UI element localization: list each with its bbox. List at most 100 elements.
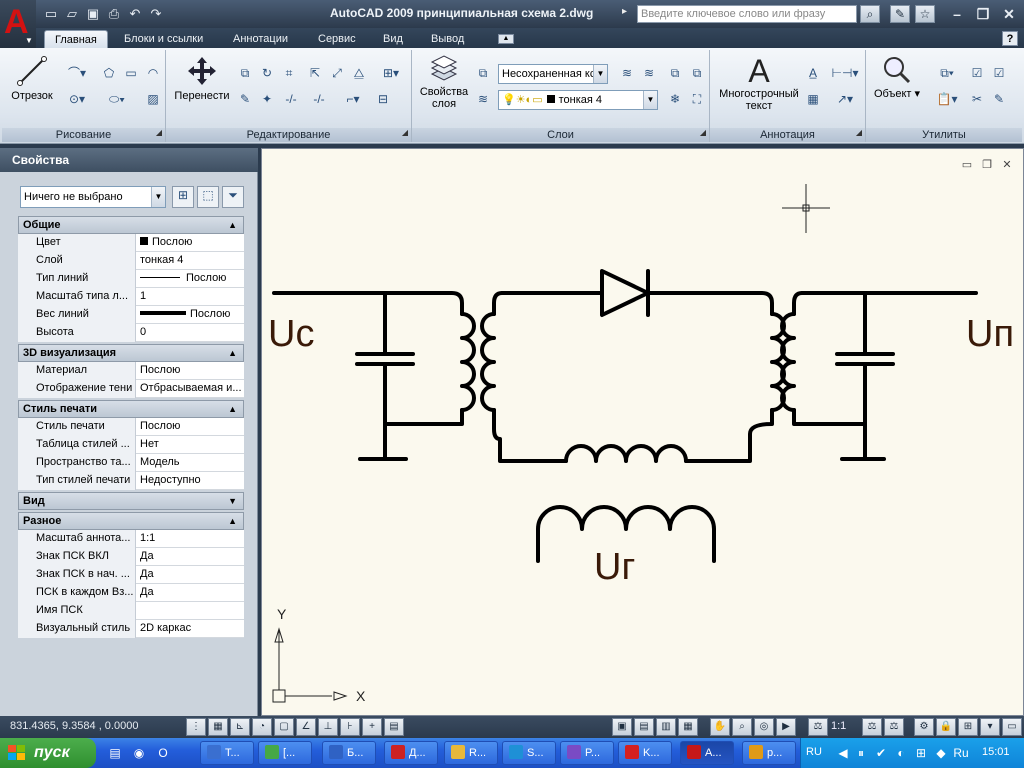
quicklaunch-browser-icon[interactable]: ◉ bbox=[130, 744, 148, 762]
fillet-icon[interactable]: ⌐▾ bbox=[336, 90, 370, 108]
selection-dropdown[interactable]: Ничего не выбрано ▼ bbox=[20, 186, 166, 208]
dynamic-input-icon[interactable]: ⊦ bbox=[340, 718, 360, 736]
tray-shield-icon[interactable]: ✔ bbox=[872, 744, 890, 762]
edit-icon[interactable]: ⊟ bbox=[374, 90, 392, 108]
tab-home[interactable]: Главная bbox=[44, 30, 108, 48]
property-row[interactable]: Таблица стилей ... Нет bbox=[18, 436, 244, 454]
line-tool-button[interactable]: Отрезок bbox=[8, 54, 56, 102]
layer-match-icon[interactable]: ≋ bbox=[474, 90, 492, 108]
rotate-icon[interactable]: ↻ bbox=[258, 64, 276, 82]
annotation-scale-value[interactable]: 1:1 bbox=[831, 720, 846, 732]
panel-launcher-icon[interactable]: ◢ bbox=[700, 126, 706, 140]
rectangle-icon[interactable]: ▭ bbox=[122, 64, 140, 82]
layer-properties-button[interactable]: Свойства слоя bbox=[416, 54, 472, 110]
select-objects-icon[interactable]: ⬚ bbox=[197, 186, 219, 208]
trim-icon[interactable]: ⌗ bbox=[280, 64, 298, 82]
minimize-ribbon-icon[interactable]: ▲ bbox=[498, 34, 514, 44]
start-button[interactable]: пуск bbox=[0, 738, 96, 768]
taskbar-button[interactable]: S... bbox=[502, 741, 556, 765]
expand-icon[interactable]: ▼ bbox=[228, 493, 237, 509]
tray-volume-icon[interactable]: ◆ bbox=[932, 744, 950, 762]
grid-display-icon[interactable]: ▦ bbox=[208, 718, 228, 736]
property-row[interactable]: Высота 0 bbox=[18, 324, 244, 342]
property-value[interactable]: Да bbox=[138, 584, 242, 602]
tab-output[interactable]: Вывод bbox=[421, 30, 474, 48]
property-value[interactable]: тонкая 4 bbox=[138, 252, 242, 270]
quick-view-layouts-icon[interactable]: ▥ bbox=[656, 718, 676, 736]
search-expand-icon[interactable]: ▸ bbox=[622, 6, 627, 17]
select-similar-icon[interactable]: ☑ bbox=[990, 64, 1008, 82]
break-icon[interactable]: -/- bbox=[280, 90, 302, 108]
panel-launcher-icon[interactable]: ◢ bbox=[402, 126, 408, 140]
copy-clip-icon[interactable]: ⧉▾ bbox=[930, 64, 964, 82]
collapse-icon[interactable]: ▲ bbox=[228, 513, 237, 529]
property-category[interactable]: Стиль печати ▲ bbox=[18, 400, 244, 418]
layer-lock-icon[interactable]: ⛶ bbox=[688, 90, 706, 108]
quick-select-icon[interactable]: ☑ bbox=[968, 64, 986, 82]
property-row[interactable]: Масштаб аннота... 1:1 bbox=[18, 530, 244, 548]
property-value[interactable]: Да bbox=[138, 566, 242, 584]
annotation-visibility-icon[interactable]: ⚖ bbox=[862, 718, 882, 736]
property-value[interactable] bbox=[138, 602, 242, 620]
property-category[interactable]: 3D визуализация ▲ bbox=[18, 344, 244, 362]
tray-network-icon[interactable]: ⊞ bbox=[912, 744, 930, 762]
layer-unisolate-icon[interactable]: ⧉ bbox=[688, 64, 706, 82]
layer-freeze-icon[interactable]: ❄ bbox=[666, 90, 684, 108]
snap-mode-icon[interactable]: ⋮ bbox=[186, 718, 206, 736]
taskbar-button[interactable]: K... bbox=[618, 741, 672, 765]
property-value[interactable]: Послою bbox=[138, 418, 242, 436]
property-row[interactable]: Тип стилей печати Недоступно bbox=[18, 472, 244, 490]
tab-blocks-refs[interactable]: Блоки и ссылки bbox=[114, 30, 213, 48]
pan-icon[interactable]: ✋ bbox=[710, 718, 730, 736]
circle-icon[interactable]: ⊙▾ bbox=[60, 90, 94, 108]
layer-state-dropdown[interactable]: Несохраненная кс ▼ bbox=[498, 64, 608, 84]
cut-icon[interactable]: ✂ bbox=[968, 90, 986, 108]
property-row[interactable]: Знак ПСК в нач. ... Да bbox=[18, 566, 244, 584]
print-icon[interactable]: ⎙ bbox=[105, 5, 123, 23]
workspace-switching-icon[interactable]: ⚙ bbox=[914, 718, 934, 736]
property-row[interactable]: Вес линий Послою bbox=[18, 306, 244, 324]
taskbar-button[interactable]: R... bbox=[444, 741, 498, 765]
toggle-pickadd-icon[interactable]: ⊞ bbox=[172, 186, 194, 208]
save-icon[interactable]: ▣ bbox=[84, 5, 102, 23]
property-row[interactable]: Отображение тени Отбрасываемая и... bbox=[18, 380, 244, 398]
property-value[interactable]: Модель bbox=[138, 454, 242, 472]
tray-pause-icon[interactable]: ⏸ bbox=[852, 744, 870, 762]
array-icon[interactable]: ⊞▾ bbox=[374, 64, 408, 82]
status-menu-icon[interactable]: ▾ bbox=[980, 718, 1000, 736]
panel-launcher-icon[interactable]: ◢ bbox=[156, 126, 162, 140]
restore-button[interactable]: ❐ bbox=[972, 5, 994, 23]
property-category[interactable]: Вид ▼ bbox=[18, 492, 244, 510]
layer-dropdown[interactable]: 💡☀◐▭ тонкая 4 ▼ bbox=[498, 90, 658, 110]
steering-wheel-icon[interactable]: ◎ bbox=[754, 718, 774, 736]
leader-icon[interactable]: ↗▾ bbox=[828, 90, 862, 108]
single-line-text-icon[interactable]: A̲ bbox=[804, 64, 822, 82]
ellipse-icon[interactable]: ⬭▾ bbox=[100, 90, 134, 108]
move-tool-button[interactable]: Перенести bbox=[172, 54, 232, 102]
showmotion-icon[interactable]: ▶ bbox=[776, 718, 796, 736]
dimension-icon[interactable]: ⊢⊣▾ bbox=[828, 64, 862, 82]
collapse-icon[interactable]: ▲ bbox=[228, 217, 237, 233]
taskbar-button[interactable]: Б... bbox=[322, 741, 376, 765]
taskbar-button[interactable]: T... bbox=[200, 741, 254, 765]
favorites-icon[interactable]: ☆ bbox=[915, 5, 935, 23]
hatch-icon[interactable]: ▨ bbox=[144, 90, 162, 108]
property-row[interactable]: Имя ПСК bbox=[18, 602, 244, 620]
quick-view-drawings-icon[interactable]: ▦ bbox=[678, 718, 698, 736]
stretch-icon[interactable]: ⇱ bbox=[306, 64, 324, 82]
property-row[interactable]: Пространство та... Модель bbox=[18, 454, 244, 472]
lineweight-icon[interactable]: + bbox=[362, 718, 382, 736]
taskbar-button[interactable]: [... bbox=[258, 741, 312, 765]
search-icon[interactable]: ⌕ bbox=[860, 5, 880, 23]
property-value[interactable]: Недоступно bbox=[138, 472, 242, 490]
layer-previous-icon[interactable]: ≋ bbox=[618, 64, 636, 82]
collapse-icon[interactable]: ▲ bbox=[228, 345, 237, 361]
property-value[interactable]: Нет bbox=[138, 436, 242, 454]
table-icon[interactable]: ▦ bbox=[804, 90, 822, 108]
auto-scale-icon[interactable]: ⚖ bbox=[884, 718, 904, 736]
tray-arrow-icon[interactable]: ◀ bbox=[834, 744, 852, 762]
property-row[interactable]: Визуальный стиль 2D каркас bbox=[18, 620, 244, 638]
taskbar-button[interactable]: p... bbox=[742, 741, 796, 765]
polygon-icon[interactable]: ⬠ bbox=[100, 64, 118, 82]
property-value[interactable]: Послою bbox=[138, 362, 242, 380]
